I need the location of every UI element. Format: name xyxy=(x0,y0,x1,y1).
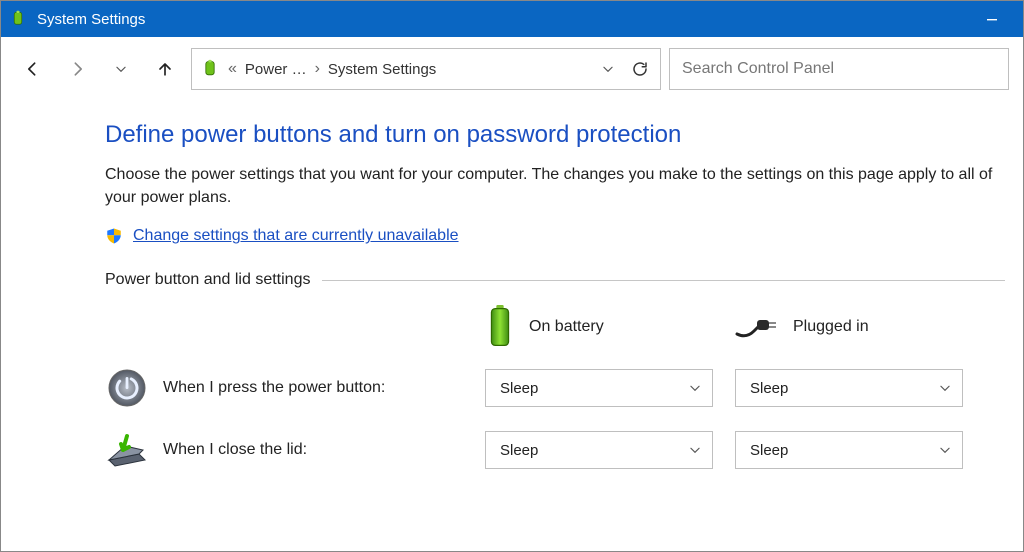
history-dropdown-button[interactable] xyxy=(103,51,139,87)
close-lid-on-battery-select[interactable]: Sleep xyxy=(485,431,713,469)
chevron-down-icon xyxy=(938,443,952,457)
back-button[interactable] xyxy=(15,51,51,87)
titlebar: System Settings xyxy=(1,1,1023,37)
uac-shield-icon xyxy=(105,227,123,245)
column-on-battery: On battery xyxy=(485,305,735,349)
row-close-lid: When I close the lid: Sleep Sleep xyxy=(105,419,1005,481)
address-bar[interactable]: « Power … › System Settings xyxy=(191,48,661,90)
power-button-plugged-value: Sleep xyxy=(750,380,788,397)
uac-link-row: Change settings that are currently unava… xyxy=(105,227,1005,245)
breadcrumb-item-power[interactable]: Power … xyxy=(245,61,307,78)
row-close-lid-label: When I close the lid: xyxy=(163,441,307,459)
column-headers: On battery Plugged in xyxy=(105,297,1005,357)
chevron-down-icon xyxy=(688,381,702,395)
power-button-plugged-select[interactable]: Sleep xyxy=(735,369,963,407)
content: Define power buttons and turn on passwor… xyxy=(1,101,1023,551)
breadcrumb-separator: › xyxy=(315,60,320,78)
close-lid-plugged-select[interactable]: Sleep xyxy=(735,431,963,469)
refresh-button[interactable] xyxy=(628,60,652,78)
breadcrumb-item-system-settings[interactable]: System Settings xyxy=(328,61,436,78)
change-unavailable-settings-link[interactable]: Change settings that are currently unava… xyxy=(133,227,459,245)
section-power-button-lid: Power button and lid settings xyxy=(105,271,1005,289)
nav-row: « Power … › System Settings xyxy=(1,37,1023,101)
app-icon xyxy=(9,10,27,28)
power-button-on-battery-value: Sleep xyxy=(500,380,538,397)
search-box[interactable] xyxy=(669,48,1009,90)
address-icon xyxy=(200,59,220,79)
battery-icon xyxy=(485,305,515,349)
row-power-button: When I press the power button: Sleep Sle… xyxy=(105,357,1005,419)
breadcrumb-ellipsis: « xyxy=(228,60,237,78)
close-lid-icon xyxy=(105,428,149,472)
column-plugged-in: Plugged in xyxy=(735,314,985,340)
chevron-down-icon xyxy=(938,381,952,395)
row-power-button-label: When I press the power button: xyxy=(163,379,385,397)
page-title: Define power buttons and turn on passwor… xyxy=(105,121,1005,149)
window: System Settings « Power … › System Setti… xyxy=(0,0,1024,552)
column-on-battery-label: On battery xyxy=(529,318,604,336)
minimize-button[interactable] xyxy=(969,1,1015,37)
chevron-down-icon xyxy=(688,443,702,457)
address-dropdown-icon[interactable] xyxy=(596,62,620,76)
power-button-icon xyxy=(105,366,149,410)
close-lid-plugged-value: Sleep xyxy=(750,442,788,459)
column-plugged-in-label: Plugged in xyxy=(793,318,869,336)
plug-icon xyxy=(735,314,779,340)
settings-grid: On battery Plugged in xyxy=(105,297,1005,481)
section-label: Power button and lid settings xyxy=(105,271,322,289)
window-title: System Settings xyxy=(37,11,969,28)
power-button-on-battery-select[interactable]: Sleep xyxy=(485,369,713,407)
up-button[interactable] xyxy=(147,51,183,87)
search-input[interactable] xyxy=(682,60,996,78)
section-divider xyxy=(322,280,1005,281)
close-lid-on-battery-value: Sleep xyxy=(500,442,538,459)
forward-button[interactable] xyxy=(59,51,95,87)
page-description: Choose the power settings that you want … xyxy=(105,163,1005,209)
